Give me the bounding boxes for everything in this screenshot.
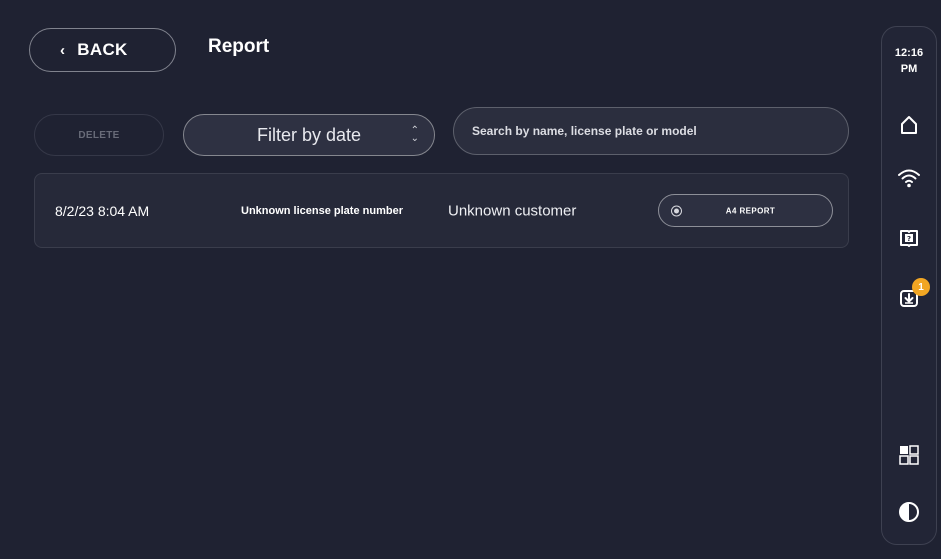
report-license-plate: Unknown license plate number xyxy=(241,204,403,217)
status-sidebar: 12:16 PM ? 1 xyxy=(881,26,937,545)
download-badge: 1 xyxy=(912,278,930,296)
manual-icon[interactable]: ? xyxy=(898,227,920,249)
chevron-up-down-icon: ⌃ ⌄ xyxy=(410,125,419,144)
search-input[interactable]: Search by name, license plate or model xyxy=(453,107,849,155)
a4-report-button[interactable]: A4 REPORT xyxy=(658,194,833,227)
svg-text:?: ? xyxy=(907,235,911,243)
clock: 12:16 PM xyxy=(882,45,936,77)
chevron-left-icon: ‹ xyxy=(60,41,66,59)
search-placeholder: Search by name, license plate or model xyxy=(472,124,697,138)
delete-button[interactable]: DELETE xyxy=(34,114,164,156)
contrast-icon[interactable] xyxy=(898,501,920,523)
page-title: Report xyxy=(208,36,270,57)
download-icon[interactable]: 1 xyxy=(898,278,930,309)
a4-report-label: A4 REPORT xyxy=(725,206,776,215)
report-customer: Unknown customer xyxy=(448,202,577,219)
filter-select-value: Filter by date xyxy=(256,124,362,145)
filter-by-date-select[interactable]: Filter by date ⌃ ⌄ xyxy=(183,114,435,156)
report-row[interactable]: 8/2/23 8:04 AM Unknown license plate num… xyxy=(34,173,849,248)
back-button[interactable]: ‹ BACK xyxy=(29,28,176,72)
clock-ampm: PM xyxy=(900,63,918,75)
back-button-label: BACK xyxy=(77,40,128,59)
apps-grid-icon[interactable] xyxy=(899,445,919,465)
report-datetime: 8/2/23 8:04 AM xyxy=(55,202,150,219)
home-icon[interactable] xyxy=(898,114,920,136)
clock-time: 12:16 xyxy=(894,47,924,59)
wifi-icon[interactable] xyxy=(897,167,921,189)
